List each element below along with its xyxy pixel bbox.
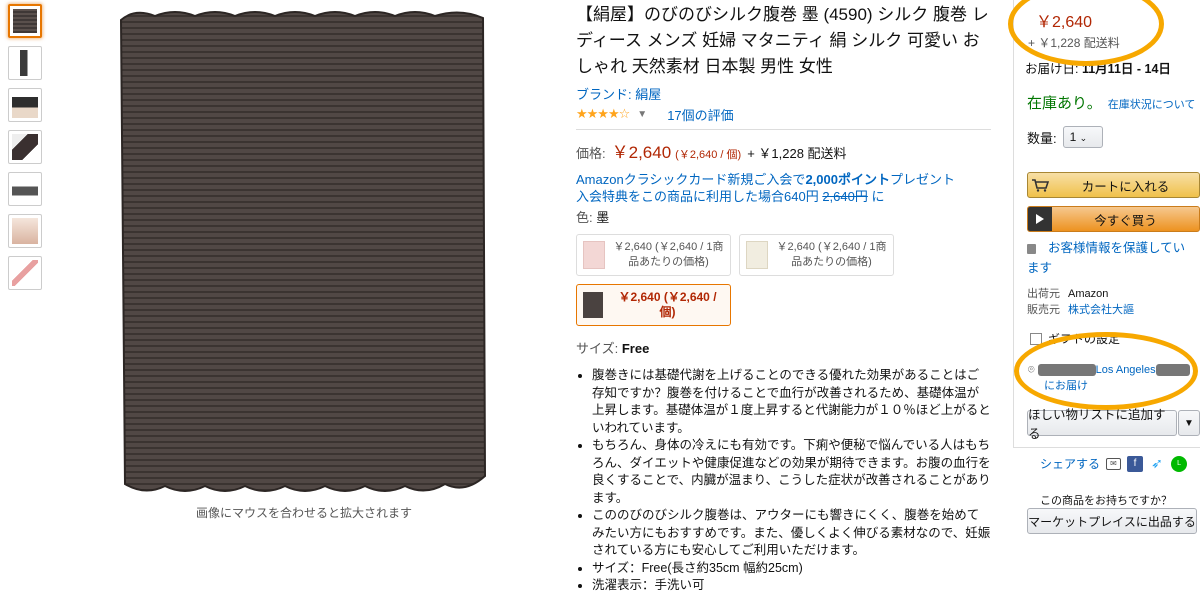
color-row: 色: 墨 [576,207,991,226]
bullet-item: サイズ：Free(長さ約35cm 幅約25cm) [592,560,991,578]
wishlist-dropdown-button[interactable]: ▼ [1178,410,1200,436]
thumbnail-5[interactable] [8,172,42,206]
shipping-fee: + ￥1,228 配送料 [747,146,847,161]
chevron-down-icon[interactable]: ▼ [637,109,647,120]
stock-text: 在庫あり。 [1027,95,1102,112]
buy-now-button[interactable]: 今すぐ買う [1027,206,1200,232]
add-to-cart-button[interactable]: カートに入れる [1027,172,1200,198]
stock-info-link[interactable]: 在庫状況について [1108,99,1196,111]
sell-on-marketplace-button[interactable]: マーケットプレイスに出品する [1027,508,1197,534]
price-label: 価格: [576,146,606,161]
quantity-row: 数量: 1 ⌄ [1027,126,1103,148]
facebook-icon[interactable]: f [1127,455,1144,472]
swatch-pink[interactable]: ￥2,640 (￥2,640 / 1商品あたりの価格) [576,234,731,276]
cart-icon [1028,173,1052,197]
secure-text[interactable]: お客様情報を保護しています [1027,241,1185,275]
gift-label: ギフトの設定 [1048,332,1121,346]
thumbnail-2[interactable] [8,46,42,80]
bullet-item: 腹巻きには基礎代謝を上げることのできる優れた効果があることはご存知ですか？腹巻を… [592,367,991,437]
size-value: Free [621,341,650,356]
thumbnail-7[interactable] [8,256,42,290]
chevron-down-icon: ⌄ [1079,133,1088,143]
play-icon [1028,207,1052,231]
swatch-image [583,292,603,318]
brand-link[interactable]: ブランド: 絹屋 [576,84,991,103]
own-product-text: この商品をお持ちですか？ [1040,495,1172,507]
product-details: 【絹屋】のびのびシルク腹巻 墨 (4590) シルク 腹巻 レディース メンズ … [576,0,991,595]
thumbnail-3[interactable] [8,88,42,122]
size-row: サイズ: Free [576,338,991,357]
main-product-image[interactable] [115,6,493,500]
share-row: シェアする ✉ f ➶ L [1040,455,1188,472]
quantity-label: 数量: [1027,130,1057,146]
chevron-down-icon: ▼ [1184,417,1194,429]
delivery-label: お届け日: [1025,62,1079,76]
bullet-item: 洗濯表示：手洗い可 [592,577,991,595]
delivery-date: お届け日: 11月11日 - 14日 [1025,58,1171,77]
promo-points[interactable]: 2,000ポイント [805,172,890,187]
swatch-price: ￥2,640 (￥2,640 / 1商品あたりの価格) [613,241,724,268]
buybox-shipping: + ￥1,228 配送料 [1028,36,1120,50]
stock-status: 在庫あり。 在庫状況について [1027,92,1195,113]
thumbnail-1[interactable] [8,4,42,38]
zoom-hint: 画像にマウスを合わせると拡大されます [195,506,412,520]
swatch-sumi-selected[interactable]: ￥2,640 (￥2,640 / 個) [576,284,731,326]
deliver-to-location[interactable]: ⌾ Los Angeles にお届け [1028,362,1190,394]
product-title: 【絹屋】のびのびシルク腹巻 墨 (4590) シルク 腹巻 レディース メンズ … [576,5,989,76]
promo-text-4: に [871,189,885,204]
delivery-dates: 11月11日 - 14日 [1081,62,1171,76]
redacted-block [1155,364,1190,377]
thumbnail-6[interactable] [8,214,42,248]
thumbnail-4[interactable] [8,130,42,164]
seller-label: 販売元 [1027,304,1060,316]
add-to-wishlist-button[interactable]: ほしい物リストに追加する [1027,408,1177,441]
quantity-select[interactable]: 1 ⌄ [1062,126,1103,148]
color-label: 色: [576,210,593,225]
shipping-info: 出荷元 Amazon 販売元 株式会社大謳 [1027,286,1134,318]
swatch-image [746,241,768,269]
card-promo[interactable]: Amazonクラシックカード新規ご入会で2,000ポイントプレゼント 入会特典を… [576,171,991,205]
swatch-image [583,241,605,269]
secure-transaction[interactable]: お客様情報を保護しています [1027,238,1197,278]
buy-now-label: 今すぐ買う [1094,213,1157,228]
swatch-ivory[interactable]: ￥2,640 (￥2,640 / 1商品あたりの価格) [739,234,894,276]
email-icon[interactable]: ✉ [1106,457,1122,470]
seller-link[interactable]: 株式会社大謳 [1068,304,1134,316]
color-value: 墨 [596,210,610,225]
line-icon[interactable]: L [1171,455,1188,472]
deliver-city[interactable]: Los Angeles [1096,364,1156,376]
bullet-item: こののびのびシルク腹巻は、アウターにも響きにくく、腹巻を始めてみたい方にもおすす… [592,507,991,560]
shipper-value: Amazon [1068,288,1109,300]
share-label: シェアする [1040,457,1101,471]
promo-text-1[interactable]: Amazonクラシックカード新規ご入会で [576,172,805,187]
reviews-link[interactable]: 17個の評価 [667,105,733,124]
star-rating-icon[interactable]: ★★★★☆ [576,106,630,122]
price-row: 価格: ￥2,640 (￥2,640 / 個) + ￥1,228 配送料 [576,138,991,163]
twitter-icon[interactable]: ➶ [1149,455,1166,472]
swatch-price: ￥2,640 (￥2,640 / 1商品あたりの価格) [776,241,887,268]
buybox-price: ￥2,640 [1036,14,1093,31]
bullet-item: もちろん、身体の冷えにも有効です。下痢や便秘で悩んでいる人はもちろん、ダイエット… [592,437,991,507]
deliver-suffix[interactable]: にお届け [1044,380,1088,392]
divider [576,129,991,130]
shipper-label: 出荷元 [1027,288,1060,300]
promo-text-2[interactable]: プレゼント [890,172,955,187]
redacted-block [1037,364,1096,377]
feature-bullets: 腹巻きには基礎代謝を上げることのできる優れた効果があることはご存知ですか？腹巻を… [576,367,991,595]
price-value: ￥2,640 [611,143,672,162]
quantity-value: 1 [1069,130,1077,144]
gift-checkbox[interactable] [1030,332,1042,345]
color-swatches: ￥2,640 (￥2,640 / 1商品あたりの価格) ￥2,640 (￥2,6… [576,234,906,326]
gift-option[interactable]: ギフトの設定 [1030,330,1120,347]
unit-price: (￥2,640 / 個) [675,149,742,161]
location-pin-icon: ⌾ [1028,364,1035,376]
promo-text-3[interactable]: 入会特典をこの商品に利用した場合640円 [576,189,819,204]
rating-row: ★★★★☆ ▼ 17個の評価 [576,105,991,123]
swatch-price: ￥2,640 (￥2,640 / 個) [618,290,717,319]
lock-icon [1027,243,1036,254]
promo-strike-price: 2,640円 [822,189,868,204]
size-label: サイズ: [576,341,619,356]
add-to-cart-label: カートに入れる [1081,179,1170,194]
thumbnail-list [8,4,46,298]
